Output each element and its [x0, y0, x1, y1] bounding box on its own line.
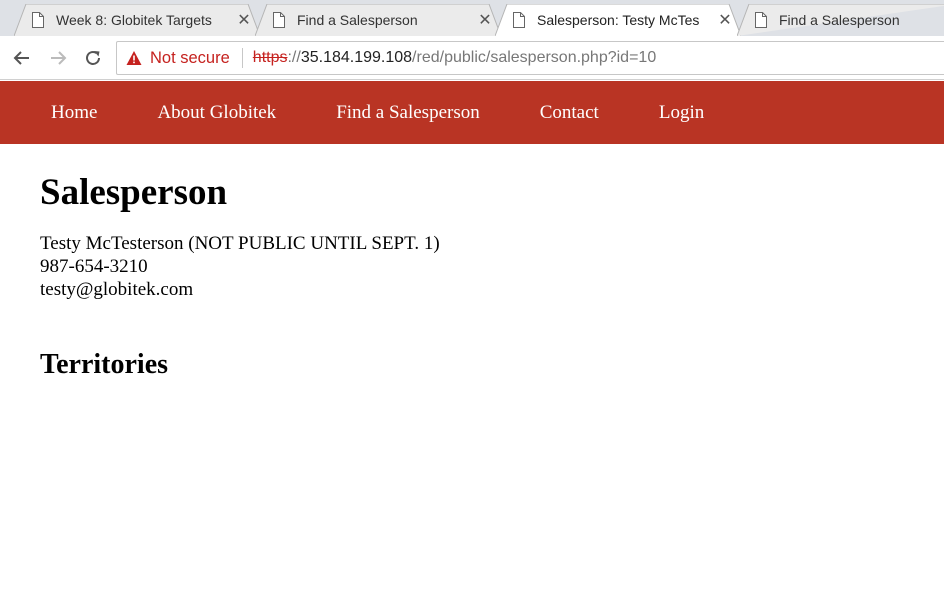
url-scheme: https	[252, 49, 288, 66]
nav-link-find-salesperson[interactable]: Find a Salesperson	[306, 102, 510, 124]
browser-tab[interactable]: Find a Salesperson ✕	[255, 4, 501, 36]
document-icon	[32, 12, 44, 28]
nav-link-home[interactable]: Home	[21, 102, 127, 124]
address-divider	[241, 48, 243, 68]
territories-heading: Territories	[40, 349, 169, 380]
site-navigation: Home About Globitek Find a Salesperson C…	[0, 81, 944, 144]
browser-tab[interactable]: Find a Salesperson	[737, 4, 944, 36]
reload-icon	[86, 50, 100, 65]
url-separator: ://	[287, 49, 301, 66]
back-arrow-icon	[13, 51, 29, 65]
nav-link-contact[interactable]: Contact	[510, 102, 629, 124]
close-icon[interactable]: ✕	[715, 10, 735, 30]
back-button[interactable]	[10, 46, 34, 70]
tab-title: Week 8: Globitek Targets	[56, 12, 212, 28]
browser-toolbar: Not secure https://35.184.199.108/red/pu…	[0, 36, 944, 80]
document-icon	[513, 12, 525, 28]
main-content: Salesperson Testy McTesterson (NOT PUBLI…	[0, 144, 944, 382]
salesperson-phone: 987-654-3210	[40, 256, 148, 277]
nav-link-login[interactable]: Login	[629, 102, 734, 124]
forward-arrow-icon	[51, 51, 67, 65]
salesperson-info: Testy McTesterson (NOT PUBLIC UNTIL SEPT…	[40, 232, 944, 301]
reload-button[interactable]	[81, 46, 105, 70]
document-icon	[755, 12, 767, 28]
salesperson-email: testy@globitek.com	[40, 279, 194, 300]
url-host: 35.184.199.108	[300, 49, 413, 66]
salesperson-name: Testy McTesterson (NOT PUBLIC UNTIL SEPT…	[40, 233, 440, 254]
document-icon	[273, 12, 285, 28]
tab-title: Salesperson: Testy McTes	[537, 12, 700, 28]
close-icon[interactable]: ✕	[234, 10, 254, 30]
browser-tab-active[interactable]: Salesperson: Testy McTes ✕	[495, 4, 741, 36]
url-text[interactable]: https://35.184.199.108/red/public/salesp…	[253, 49, 656, 67]
forward-button[interactable]	[46, 46, 70, 70]
web-page: Home About Globitek Find a Salesperson C…	[0, 81, 944, 608]
close-icon[interactable]: ✕	[475, 10, 495, 30]
url-path: /red/public/salesperson.php?id=10	[412, 49, 657, 66]
browser-tabstrip: Week 8: Globitek Targets ✕ Find a Salesp…	[0, 0, 944, 36]
browser-tab[interactable]: Week 8: Globitek Targets ✕	[14, 4, 260, 36]
warning-triangle-icon	[126, 51, 142, 65]
page-title: Salesperson	[40, 172, 228, 213]
security-label[interactable]: Not secure	[150, 49, 230, 68]
address-bar[interactable]: Not secure https://35.184.199.108/red/pu…	[116, 41, 944, 75]
tab-title: Find a Salesperson	[779, 12, 900, 28]
nav-link-about[interactable]: About Globitek	[127, 102, 306, 124]
tab-title: Find a Salesperson	[297, 12, 418, 28]
